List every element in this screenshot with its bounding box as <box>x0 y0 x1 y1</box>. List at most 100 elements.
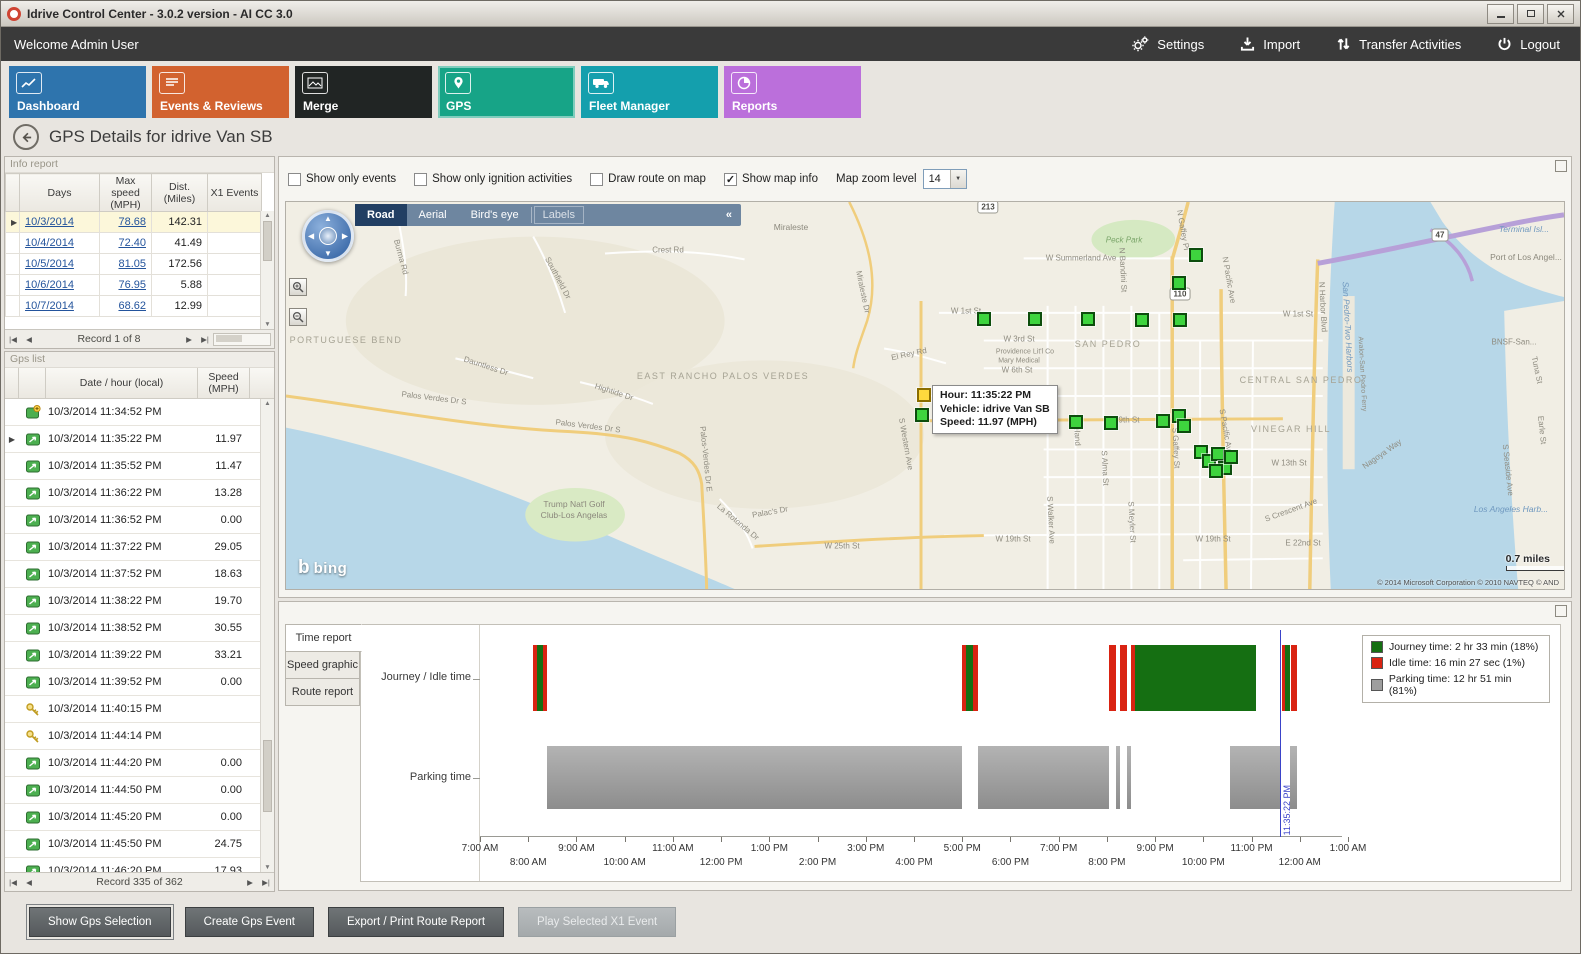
horizontal-scrollbar[interactable] <box>213 333 271 346</box>
pan-right-icon[interactable]: ▶ <box>342 232 348 241</box>
gps-list-row[interactable]: 10/3/2014 11:44:20 PM0.00 <box>5 750 260 777</box>
col-date-hour[interactable]: Date / hour (local) <box>46 368 198 398</box>
gps-point-marker[interactable] <box>1135 313 1149 327</box>
tab-speed-graphic[interactable]: Speed graphic <box>285 651 360 679</box>
close-button[interactable] <box>1547 4 1574 24</box>
tab-time-report[interactable]: Time report <box>285 624 362 652</box>
gps-list-row[interactable]: 10/3/2014 11:45:20 PM0.00 <box>5 804 260 831</box>
time-cursor[interactable] <box>1280 630 1281 837</box>
tab-events-reviews[interactable]: Events & Reviews <box>152 66 289 118</box>
tab-gps[interactable]: GPS <box>438 66 575 118</box>
show-gps-selection-button[interactable]: Show Gps Selection <box>29 907 171 937</box>
first-record-button[interactable]: |◀ <box>5 335 21 344</box>
info-report-row[interactable]: 10/7/201468.6212.99 <box>6 296 262 317</box>
info-report-row[interactable]: ▶10/3/201478.68142.31 <box>6 212 262 233</box>
next-record-button[interactable]: ▶ <box>242 878 258 887</box>
scroll-down-icon[interactable]: ▼ <box>261 864 274 871</box>
map-compass-control[interactable]: ▲ ▼ ◀ ▶ <box>302 210 354 262</box>
maximize-button[interactable] <box>1517 4 1544 24</box>
gps-point-marker[interactable] <box>1211 447 1225 461</box>
scroll-down-icon[interactable]: ▼ <box>261 321 274 328</box>
map-tab-labels[interactable]: Labels <box>534 206 584 224</box>
checkbox-box[interactable] <box>590 173 603 186</box>
gps-list-row[interactable]: 10/3/2014 11:39:22 PM33.21 <box>5 642 260 669</box>
day-link[interactable]: 10/6/2014 <box>20 275 100 296</box>
gps-point-marker[interactable] <box>915 408 929 422</box>
map-tab-aerial[interactable]: Aerial <box>407 204 459 226</box>
prev-record-button[interactable]: ◀ <box>21 335 37 344</box>
checkbox-draw-route-on-map[interactable]: Draw route on map <box>590 173 706 186</box>
gps-list-row[interactable]: 10/3/2014 11:45:50 PM24.75 <box>5 831 260 858</box>
checkbox-show-only-events[interactable]: Show only events <box>288 173 396 186</box>
gps-point-marker[interactable] <box>1081 312 1095 326</box>
day-link[interactable]: 10/5/2014 <box>20 254 100 275</box>
first-record-button[interactable]: |◀ <box>5 878 21 887</box>
checkbox-box[interactable]: ✓ <box>724 173 737 186</box>
gps-list-row[interactable]: 10/3/2014 11:38:52 PM30.55 <box>5 615 260 642</box>
chevron-down-icon[interactable]: ▼ <box>950 170 966 188</box>
gps-list-row[interactable]: 10/3/2014 11:37:52 PM18.63 <box>5 561 260 588</box>
gps-list-row[interactable]: 10/3/2014 11:35:52 PM11.47 <box>5 453 260 480</box>
gps-list-row[interactable]: 10/3/2014 11:36:22 PM13.28 <box>5 480 260 507</box>
gps-point-marker[interactable] <box>1224 450 1238 464</box>
checkbox-box[interactable] <box>288 173 301 186</box>
tab-dashboard[interactable]: Dashboard <box>9 66 146 118</box>
tab-reports[interactable]: Reports <box>724 66 861 118</box>
gps-list-row[interactable]: ▶10/3/2014 11:35:22 PM11.97 <box>5 426 260 453</box>
gps-point-marker[interactable] <box>1069 415 1083 429</box>
gps-point-marker[interactable] <box>1156 414 1170 428</box>
col-distance[interactable]: Dist. (Miles) <box>152 174 208 212</box>
map-tabs-collapse-button[interactable]: « <box>717 204 741 226</box>
last-record-button[interactable]: ▶| <box>258 878 274 887</box>
gps-point-marker[interactable] <box>1104 416 1118 430</box>
gps-list-row[interactable]: 10/3/2014 11:36:52 PM0.00 <box>5 507 260 534</box>
gps-list-row[interactable]: 10/3/2014 11:44:14 PM <box>5 723 260 750</box>
gps-point-marker[interactable] <box>1189 248 1203 262</box>
next-record-button[interactable]: ▶ <box>181 335 197 344</box>
info-report-row[interactable]: 10/4/201472.4041.49 <box>6 233 262 254</box>
compass-hub[interactable] <box>319 227 337 245</box>
tab-merge[interactable]: Merge <box>295 66 432 118</box>
max-speed-link[interactable]: 78.68 <box>100 212 152 233</box>
checkbox-show-map-info[interactable]: ✓ Show map info <box>724 173 818 186</box>
scroll-up-icon[interactable]: ▲ <box>261 212 274 219</box>
zoom-in-button[interactable] <box>289 278 307 296</box>
tab-route-report[interactable]: Route report <box>285 678 360 706</box>
max-speed-link[interactable]: 68.62 <box>100 296 152 317</box>
gps-point-marker[interactable] <box>1209 464 1223 478</box>
import-button[interactable]: Import <box>1240 36 1300 52</box>
export-print-route-report-button[interactable]: Export / Print Route Report <box>328 907 504 937</box>
gps-point-marker[interactable] <box>1173 313 1187 327</box>
create-gps-event-button[interactable]: Create Gps Event <box>185 907 314 937</box>
selected-point-marker[interactable] <box>917 388 931 402</box>
gps-list-row[interactable]: 10/3/2014 11:44:50 PM0.00 <box>5 777 260 804</box>
gps-point-marker[interactable] <box>1177 419 1191 433</box>
pan-down-icon[interactable]: ▼ <box>324 249 332 258</box>
gps-list-row[interactable]: 10/3/2014 11:39:52 PM0.00 <box>5 669 260 696</box>
minimize-button[interactable] <box>1487 4 1514 24</box>
settings-button[interactable]: Settings <box>1131 36 1204 52</box>
day-link[interactable]: 10/3/2014 <box>20 212 100 233</box>
gps-list-row[interactable]: 10/3/2014 11:37:22 PM29.05 <box>5 534 260 561</box>
collapse-panel-button[interactable] <box>1555 605 1567 617</box>
checkbox-box[interactable] <box>414 173 427 186</box>
gps-point-marker[interactable] <box>977 312 991 326</box>
pan-left-icon[interactable]: ◀ <box>308 232 314 241</box>
back-button[interactable] <box>13 124 39 150</box>
map-tab-road[interactable]: Road <box>355 204 407 226</box>
gps-point-marker[interactable] <box>1028 312 1042 326</box>
prev-record-button[interactable]: ◀ <box>21 878 37 887</box>
gps-list-row[interactable]: 10/3/2014 11:34:52 PM <box>5 399 260 426</box>
pan-up-icon[interactable]: ▲ <box>324 214 332 223</box>
map-tab-birds-eye[interactable]: Bird's eye <box>459 204 531 226</box>
collapse-panel-button[interactable] <box>1555 160 1567 172</box>
scroll-up-icon[interactable]: ▲ <box>261 400 274 407</box>
day-link[interactable]: 10/7/2014 <box>20 296 100 317</box>
max-speed-link[interactable]: 72.40 <box>100 233 152 254</box>
gps-point-marker[interactable] <box>1172 276 1186 290</box>
max-speed-link[interactable]: 76.95 <box>100 275 152 296</box>
transfer-activities-button[interactable]: Transfer Activities <box>1336 36 1461 52</box>
info-report-row[interactable]: 10/5/201481.05172.56 <box>6 254 262 275</box>
day-link[interactable]: 10/4/2014 <box>20 233 100 254</box>
map-canvas[interactable]: Road Aerial Bird's eye Labels « ▲ ▼ ◀ ▶ <box>285 201 1565 590</box>
